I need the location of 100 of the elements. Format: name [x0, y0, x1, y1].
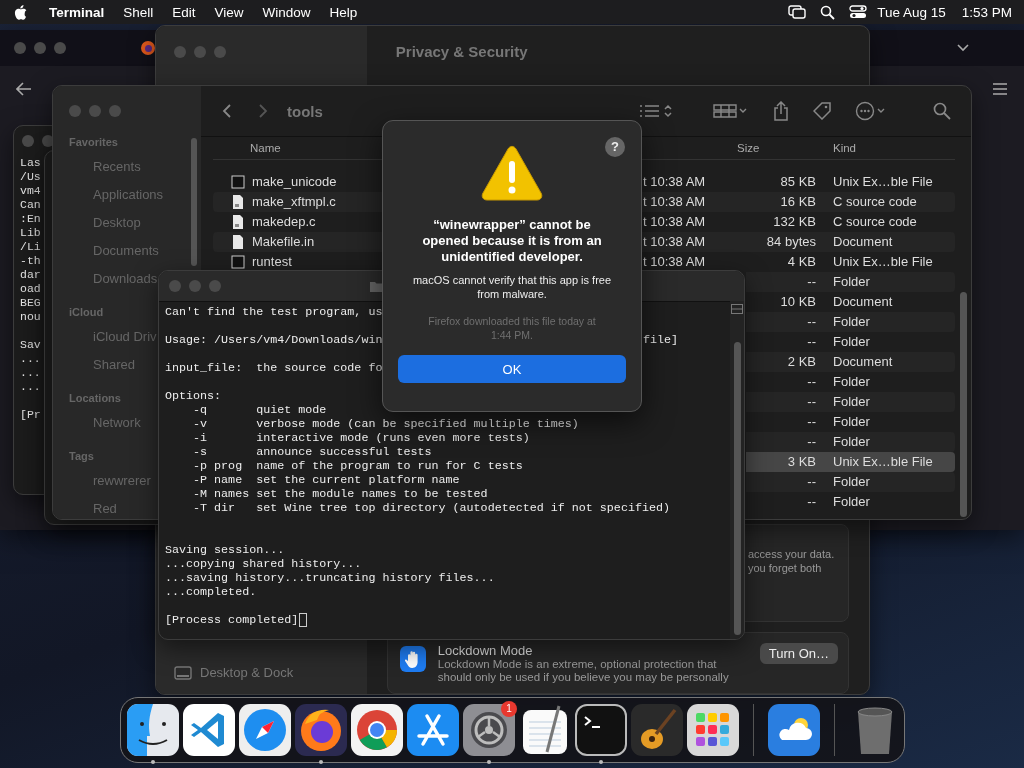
terminal-line: BEG [20, 296, 41, 310]
terminal-line: -th [20, 254, 41, 268]
terminal-line: -T dir set Wine tree top directory (autodetected if not specified) [192, 501, 670, 515]
terminal-line: -M names set the module names to be tested [192, 487, 488, 501]
menu-item[interactable]: View [214, 4, 244, 20]
file-row[interactable]: 2 KB Document [746, 352, 955, 372]
file-kind: Unix Ex…ble File [833, 254, 933, 269]
file-row[interactable]: -- Folder [746, 412, 955, 432]
file-kind: Folder [833, 394, 870, 409]
menu-item[interactable]: Shell [123, 4, 154, 20]
file-row[interactable]: -- Folder [746, 472, 955, 492]
file-kind: Folder [833, 374, 870, 389]
terminal-line: -i interactive mode (runs even more tests) [192, 431, 530, 445]
terminal-line: ...copying shared history... [165, 557, 362, 571]
sidebar-heading: iCloud [69, 305, 104, 320]
file-row[interactable]: -- Folder [746, 272, 955, 292]
file-name[interactable]: makedep.c [252, 212, 316, 232]
window-title: Privacy & Security [394, 42, 529, 60]
file-row[interactable]: -- Folder [746, 332, 955, 352]
file-kind: Document [833, 354, 893, 369]
file-kind: Folder [833, 434, 870, 449]
sidebar-heading: Locations [69, 391, 121, 406]
file-kind: Folder [833, 474, 870, 489]
file-name[interactable]: Makefile.in [252, 232, 315, 252]
file-size: 85 KB [780, 174, 816, 189]
turn-on-button[interactable]: Turn On… [759, 643, 838, 664]
file-row[interactable]: -- Folder [746, 432, 955, 452]
dialog-note: Firefox downloaded this file today at 1:44 PM. [427, 314, 597, 342]
file-size: 3 KB [787, 454, 816, 469]
terminal-line: -P name set the current platform name [192, 473, 460, 487]
help-button[interactable]: ? [605, 137, 625, 157]
file-kind: Folder [833, 334, 870, 349]
terminal-line: input_file: the source code fo [165, 361, 383, 375]
ok-button[interactable]: OK [398, 355, 626, 383]
terminal-line: [Process completed] [165, 613, 299, 627]
menu-bar-date[interactable]: Tue Aug 15 [877, 4, 946, 20]
date-modified: t 10:38 AM [643, 174, 706, 189]
file-size: -- [807, 474, 816, 489]
file-kind: Unix Ex…ble File [833, 174, 933, 189]
column-header[interactable]: Name [213, 137, 381, 159]
terminal-line: Las [20, 156, 41, 170]
terminal-line: file] [643, 333, 679, 347]
date-modified: t 10:38 AM [643, 234, 706, 249]
file-size: 84 bytes [766, 234, 816, 249]
file-size: 4 KB [787, 254, 816, 269]
file-size: -- [807, 494, 816, 509]
file-kind: Document [833, 234, 893, 249]
column-header[interactable]: Kind [816, 137, 955, 159]
file-kind: C source code [833, 214, 917, 229]
file-row[interactable]: -- Folder [746, 312, 955, 332]
file-size: -- [807, 334, 816, 349]
file-row[interactable]: -- Folder [746, 372, 955, 392]
dialog-message: macOS cannot verify that this app is free from malware. [411, 273, 613, 301]
menu-bar-time[interactable]: 1:53 PM [961, 4, 1012, 20]
file-name[interactable]: make_xftmpl.c [252, 192, 336, 212]
terminal-line: ...saving history...truncating history files... [165, 571, 495, 585]
terminal-line: ... [20, 352, 41, 366]
menu-item[interactable]: Terminal [49, 4, 105, 20]
file-row[interactable]: -- Folder [746, 392, 955, 412]
date-modified: t 10:38 AM [643, 214, 706, 229]
file-size: -- [807, 394, 816, 409]
file-size: -- [807, 434, 816, 449]
column-header[interactable]: Size [723, 137, 816, 159]
file-size: -- [807, 274, 816, 289]
file-kind: Folder [833, 274, 870, 289]
file-size: 16 KB [780, 194, 816, 209]
terminal-line: Options: [165, 389, 222, 403]
file-kind: C source code [833, 194, 917, 209]
file-kind: Folder [833, 414, 870, 429]
file-row[interactable]: 10 KB Document [746, 292, 955, 312]
file-name[interactable]: runtest [252, 252, 292, 272]
file-size: -- [807, 414, 816, 429]
file-size: -- [807, 374, 816, 389]
file-size: 132 KB [773, 214, 816, 229]
card-description: access your data. you forget both [748, 547, 836, 576]
file-kind: Folder [833, 314, 870, 329]
window-title: tools [287, 102, 323, 120]
terminal-line: Can [20, 198, 41, 212]
menu-item[interactable]: Help [329, 4, 358, 20]
notification-badge: 1 [501, 701, 517, 717]
menu-item[interactable]: Window [262, 4, 311, 20]
lockdown-description: Lockdown Mode is an extreme, optional protection that should only be used if you believe you may be personally [437, 658, 730, 683]
lockdown-title: Lockdown Mode [437, 643, 534, 658]
file-size: 2 KB [787, 354, 816, 369]
terminal-line: Lib [20, 226, 41, 240]
terminal-line: :En [20, 212, 41, 226]
file-name[interactable]: make_unicode [252, 172, 337, 192]
file-row[interactable]: 3 KB Unix Ex…ble File [746, 452, 955, 472]
terminal-line: Can't find the test program, us [165, 305, 383, 319]
terminal-line: -q quiet mode [192, 403, 327, 417]
file-size: -- [807, 314, 816, 329]
file-kind: Folder [833, 494, 870, 509]
date-modified: t 10:38 AM [643, 254, 706, 269]
file-row[interactable]: -- Folder [746, 492, 955, 512]
terminal-line: Sav [20, 338, 41, 352]
terminal-line: ...completed. [165, 585, 257, 599]
sidebar-heading: Favorites [69, 135, 118, 150]
terminal-line: -p prog name of the program to run for C tests [192, 459, 523, 473]
date-modified: t 10:38 AM [643, 194, 706, 209]
menu-item[interactable]: Edit [172, 4, 196, 20]
